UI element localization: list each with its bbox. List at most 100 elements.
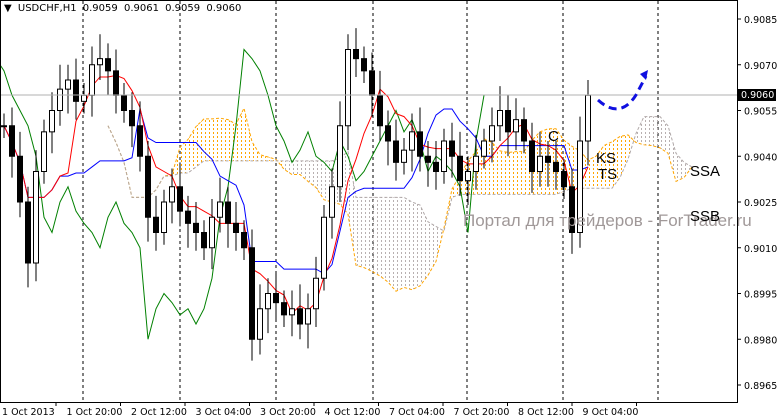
cloud-segment [644,116,652,146]
cloud-segment [356,197,364,268]
candle-body [113,70,119,96]
candle-body [169,186,175,203]
candle-body [161,201,167,233]
cloud-segment [284,160,292,175]
candle-body [385,125,391,142]
candle-body [497,110,503,127]
candle-body [65,79,71,90]
candle-body [185,210,191,224]
candle-body [441,140,447,172]
candle-body [329,186,335,218]
x-tick-label: 7 Oct 04:00 [389,407,445,418]
cloud-segment [620,134,628,178]
candle-body [465,171,471,182]
candle-body [233,222,239,234]
candle-body [513,119,519,133]
price-chart[interactable]: Портал для трейдеров - ForTrader.ru C KS… [0,0,778,420]
candle-body [401,149,407,163]
candle-body [177,186,183,212]
candle-body [273,293,279,304]
candle-body [209,216,215,249]
cloud-segment [308,160,316,188]
candle-body [553,161,559,173]
cloud-segment [508,151,516,195]
label-ssa: SSA [690,163,720,180]
candle-body [433,161,439,173]
candle-body [81,94,87,102]
candle-body [265,293,271,310]
cloud-segment [372,197,380,276]
x-tick-label: 3 Oct 20:00 [260,407,316,418]
x-tick-label: 8 Oct 12:00 [518,407,574,418]
candle-body [137,125,143,157]
candle-body [289,308,295,316]
y-tick-label: 0.8980 [744,335,777,346]
candle-body [121,94,127,111]
cloud-segment [188,126,196,174]
x-tick-label: 7 Oct 20:00 [454,407,510,418]
candle-body [353,49,359,60]
label-ks: KS [596,150,616,167]
candle-body [529,140,535,172]
candle-body [145,155,151,218]
candle-body [409,131,415,151]
current-price-value: 0.9060 [741,90,774,101]
cloud-segment [212,118,220,161]
cloud-segment [588,156,596,189]
candle-body [89,64,95,96]
chikou-span-line [0,48,485,340]
cloud-segment [652,116,660,148]
cloud-segment [260,154,268,161]
candle-body [521,119,527,142]
x-tick-label: 2 Oct 12:00 [131,407,187,418]
cloud-segment [516,151,524,195]
x-tick-label: 3 Oct 04:00 [196,407,252,418]
y-tick-label: 0.9085 [744,15,777,26]
candle-body [153,216,159,233]
candle-body [345,49,351,127]
candle-body [49,110,55,133]
candle-body [321,216,327,279]
cloud-segment [180,139,188,174]
y-tick-label: 0.9025 [744,198,777,209]
cloud-segment [268,157,276,161]
candle-body [361,58,367,72]
x-tick-label: 1 Oct 20:00 [67,407,123,418]
label-ts: TS [598,166,617,183]
candle-body [417,131,423,157]
cloud-segment [204,118,212,161]
cloud-segment [404,197,412,290]
candle-body [337,125,343,188]
candle-body [505,110,511,133]
y-tick-label: 0.9055 [744,107,777,118]
y-tick-label: 0.9010 [744,244,777,255]
y-tick-label: 0.9070 [744,61,777,72]
candle-body [97,58,103,66]
candle-body [1,125,7,128]
y-tick-label: 0.8965 [744,381,777,392]
candle-body [257,308,263,340]
candle-body [9,125,15,157]
candle-body [297,308,303,325]
candle-body [193,222,199,234]
candle-body [305,308,311,325]
cloud-segment [636,116,644,145]
candle-body [545,155,551,163]
y-tick-label: 0.9040 [744,152,777,163]
candle-body [201,232,207,249]
forecast-arrow [596,75,648,111]
candle-body [425,155,431,163]
cloud-segment [244,108,252,161]
candle-body [457,155,463,182]
cloud-segment [412,202,420,290]
x-tick-label: 1 Oct 2013 [2,407,55,418]
candle-body [281,302,287,316]
cloud-segment [660,116,668,154]
candle-body [313,277,319,310]
candle-body [249,247,255,340]
candle-body [25,201,31,264]
cloud-segment [420,205,428,286]
candle-body [377,94,383,127]
label-c: C [548,128,559,145]
cloud-segment [316,160,324,200]
